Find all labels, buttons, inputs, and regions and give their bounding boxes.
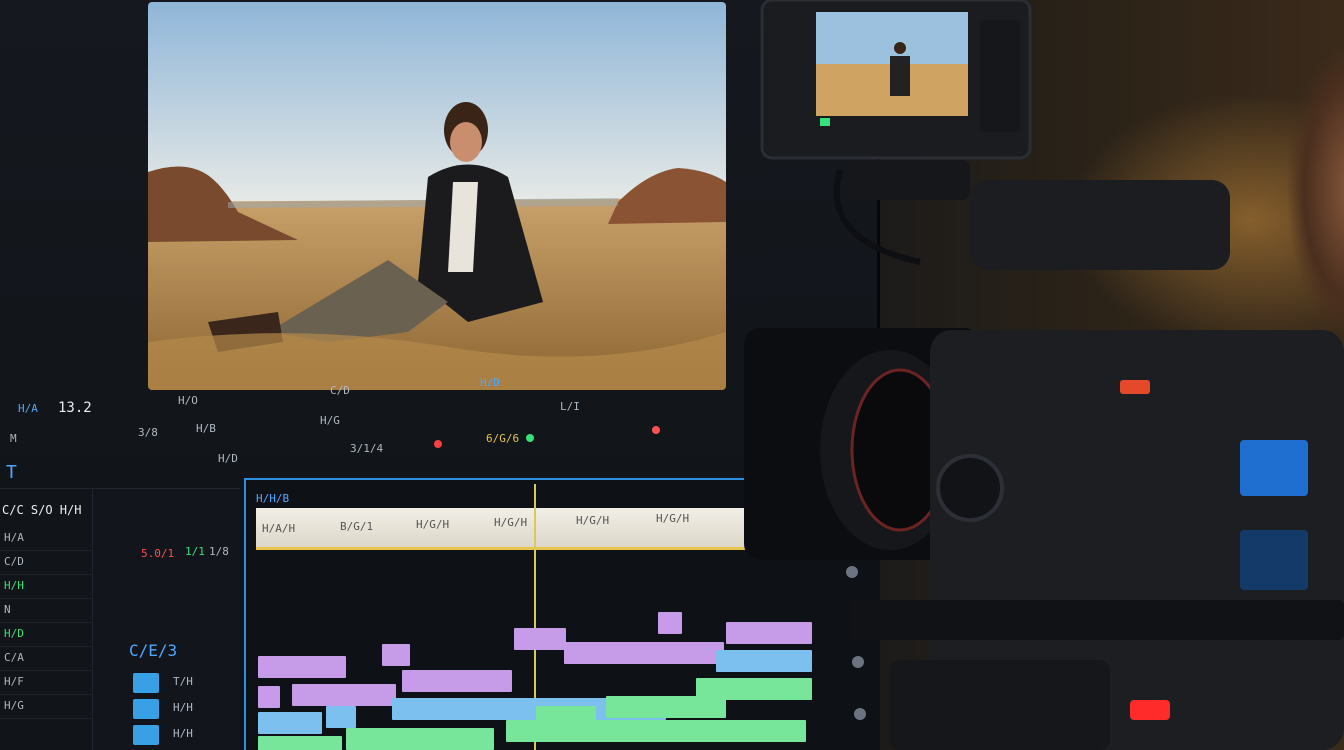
timeline-header: H/H/B [256, 492, 290, 505]
timeline-clip[interactable] [258, 712, 322, 734]
timeline-clip[interactable] [382, 644, 410, 666]
timeline-clip[interactable] [506, 720, 806, 742]
panel-row-label: H/D [4, 627, 24, 640]
scroll-handle[interactable] [850, 620, 862, 632]
panel-row[interactable]: H/A [0, 527, 92, 551]
ruler-label: H/G/H [416, 518, 450, 531]
timeline-clip[interactable] [346, 728, 494, 750]
left-panel: C/C S/O H/H H/A C/D H/H N H/D C/A H/F H/… [0, 488, 92, 750]
panel-row-label: H/G [4, 699, 24, 712]
panel-row-label: C/D [4, 555, 24, 568]
panel-row[interactable]: H/G [0, 695, 92, 719]
scroll-handle[interactable] [854, 708, 866, 720]
camera-operator [1224, 0, 1344, 420]
toolbar-label[interactable]: H/A [18, 402, 38, 415]
timeline-clip[interactable] [564, 642, 724, 664]
panel-row[interactable]: H/H [0, 575, 92, 599]
toolbar-label[interactable]: H/D [218, 452, 238, 465]
counter-label: 1/1 [185, 545, 205, 558]
timeline-clip[interactable] [258, 736, 342, 750]
status-icon [526, 434, 534, 442]
ruler-label: B/G/1 [340, 520, 374, 533]
timeline-clip[interactable] [326, 706, 356, 728]
toolbar-label[interactable]: 3/8 [138, 426, 158, 439]
status-icon [652, 426, 660, 434]
panel-row[interactable]: C/D [0, 551, 92, 575]
toolbar-label[interactable]: C/D [330, 384, 350, 397]
scroll-handle[interactable] [852, 656, 864, 668]
timecode-label: 13.2 [58, 400, 92, 416]
track-chip[interactable] [133, 673, 159, 693]
counter-label: 1/8 [209, 545, 229, 558]
timeline-clip[interactable] [658, 612, 682, 634]
timeline-clip[interactable] [258, 686, 280, 708]
middle-panel: 5.0/1 1/1 1/8 C/E/3 T/H H/H H/H [92, 488, 240, 750]
timeline-clip[interactable] [258, 656, 346, 678]
track-label: H/H [173, 727, 193, 740]
timeline-clip[interactable] [716, 650, 812, 672]
scroll-handle[interactable] [846, 566, 858, 578]
toolbar-label[interactable]: H/O [178, 394, 198, 407]
toolbar-label[interactable]: H/B [196, 422, 216, 435]
panel-row[interactable]: C/A [0, 647, 92, 671]
ruler-label: H/G/H [494, 516, 528, 529]
timeline-panel[interactable]: H/H/B H/A/H B/G/1 H/G/H H/G/H H/G/H H/G/… [244, 478, 880, 750]
ruler-label: H/G/H [576, 514, 610, 527]
editing-monitor: H/A 13.2 H/O C/D H/D M 3/8 H/B H/G L/I T… [0, 0, 880, 750]
toolbar-label[interactable]: H/G [320, 414, 340, 427]
track-chip[interactable] [133, 725, 159, 745]
toolbar-label[interactable]: M [10, 432, 17, 445]
record-icon[interactable] [434, 440, 442, 448]
ruler-label: H/G/H [656, 512, 690, 525]
timeline-clip[interactable] [402, 670, 512, 692]
timeline-clip[interactable] [514, 628, 566, 650]
track-label: H/H [173, 701, 193, 714]
toolbar-label[interactable]: H/D [480, 376, 500, 389]
track-label: T/H [173, 675, 193, 688]
panel-row[interactable]: H/D [0, 623, 92, 647]
panel-row[interactable]: H/F [0, 671, 92, 695]
track-chip[interactable] [133, 699, 159, 719]
panel-row-label: H/F [4, 675, 24, 688]
counter-label: 5.0/1 [141, 547, 175, 560]
toolbar-label[interactable]: L/I [560, 400, 580, 413]
panel-row-label: C/A [4, 651, 24, 664]
section-label: C/E/3 [129, 641, 178, 660]
preview-viewer [148, 2, 726, 390]
timeline-clip[interactable] [726, 622, 812, 644]
panel-row-label: N [4, 603, 11, 616]
panel-row-label: H/H [4, 579, 24, 592]
desert-scene-image [148, 2, 726, 390]
timeline-clip[interactable] [696, 678, 812, 700]
timeline-ruler[interactable]: H/A/H B/G/1 H/G/H H/G/H H/G/H H/G/H [256, 508, 746, 550]
timeline-clip[interactable] [292, 684, 396, 706]
panel-row-label: H/A [4, 531, 24, 544]
toolbar-label[interactable]: 3/1/4 [350, 442, 383, 455]
panel-row[interactable]: N [0, 599, 92, 623]
panel-title: C/C S/O H/H [2, 503, 82, 517]
ruler-label: H/A/H [262, 522, 296, 535]
tool-icon[interactable]: T [6, 462, 17, 483]
toolbar-label[interactable]: 6/G/6 [486, 432, 519, 445]
